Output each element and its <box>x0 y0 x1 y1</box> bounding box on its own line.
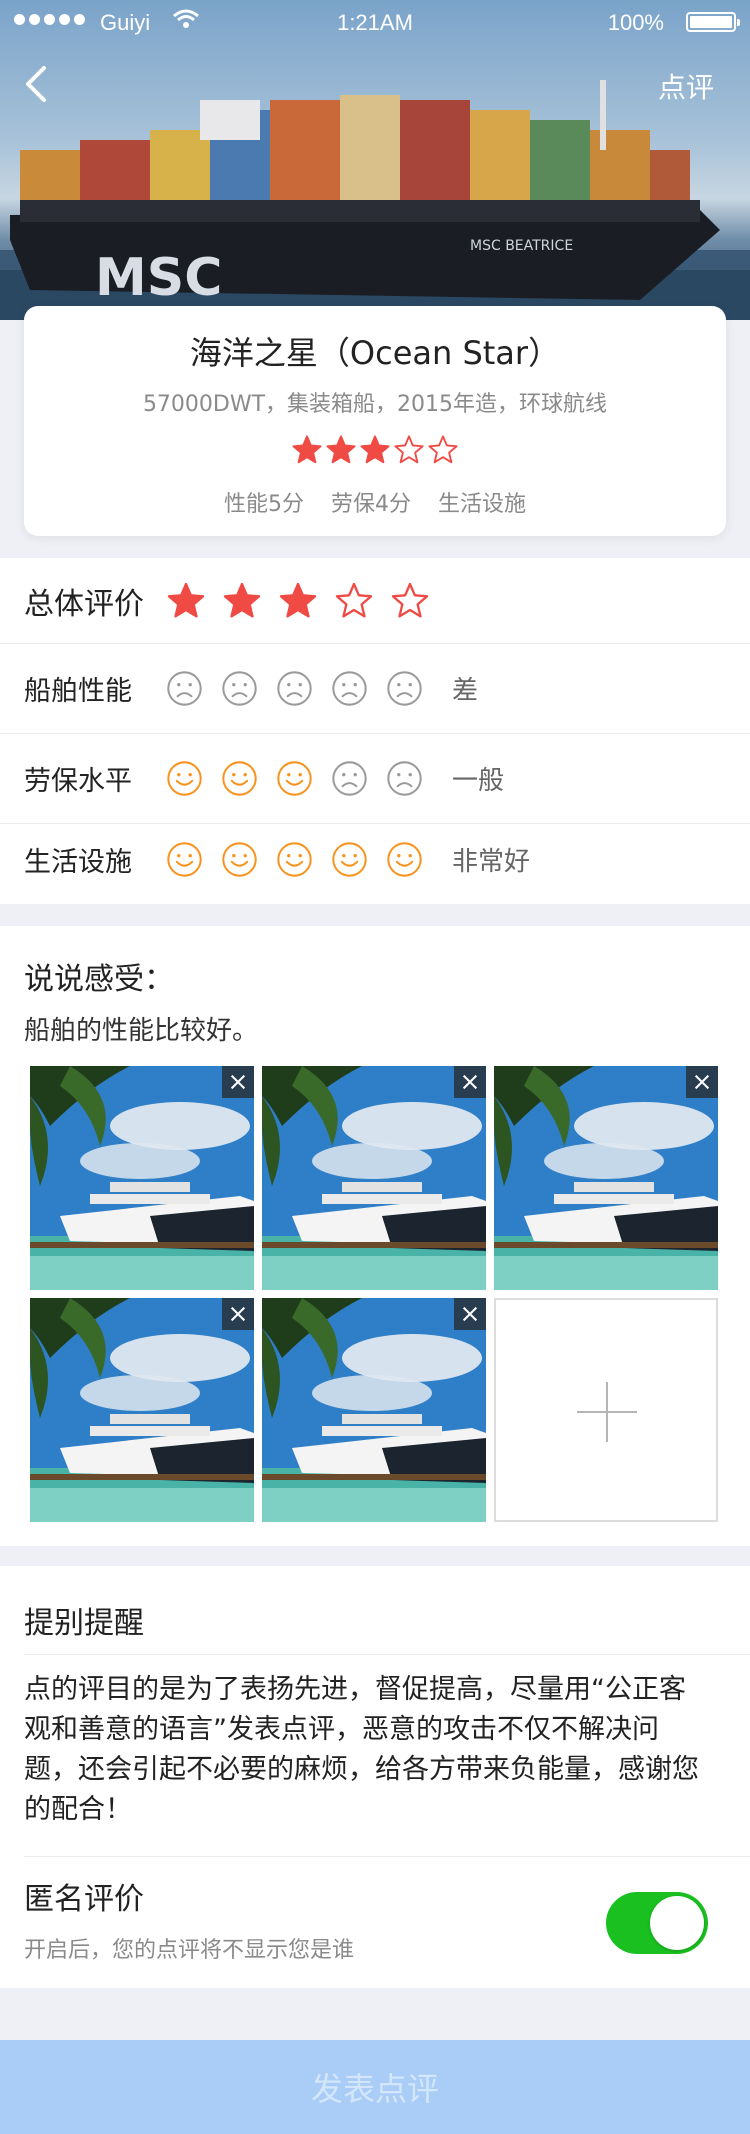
sad-face-icon[interactable] <box>221 670 258 707</box>
sad-face-icon[interactable] <box>276 670 313 707</box>
star-filled-icon <box>326 435 356 464</box>
face-rating-facilities[interactable] <box>166 841 423 878</box>
cruise-ship-photo <box>262 1298 486 1522</box>
star-empty-icon <box>428 435 458 464</box>
delete-photo-icon[interactable] <box>454 1066 486 1098</box>
score-facilities: 生活设施 <box>437 492 526 517</box>
overall-rating-row: 总体评价 <box>0 558 750 644</box>
delete-photo-icon[interactable] <box>222 1298 254 1330</box>
delete-photo-icon[interactable] <box>686 1066 718 1098</box>
smile-face-icon[interactable] <box>276 760 313 797</box>
svg-text:MSC: MSC <box>95 248 222 308</box>
ship-photo: MSC MSC BEATRICE <box>0 80 750 320</box>
chevron-left-icon <box>26 66 46 102</box>
sad-face-icon[interactable] <box>331 670 368 707</box>
star-empty-icon[interactable] <box>334 581 374 621</box>
uploaded-photo[interactable] <box>30 1298 254 1522</box>
cruise-ship-photo <box>30 1066 254 1290</box>
rating-section: 总体评价 船舶性能 差 劳保水平 一般 生活设施 非常好 <box>0 558 750 904</box>
rating-row-protection: 劳保水平 一般 <box>0 734 750 824</box>
feelings-section: 说说感受： 船舶的性能比较好。 <box>0 926 750 1546</box>
rating-label-facilities: 生活设施 <box>24 846 132 878</box>
review-button[interactable]: 点评 <box>658 66 714 106</box>
rating-label-protection: 劳保水平 <box>24 766 132 797</box>
status-bar: Guiyi 1:21AM 100% <box>0 0 750 48</box>
anonymous-hint: 开启后，您的点评将不显示您是谁 <box>24 1938 355 1963</box>
add-photo-button[interactable] <box>494 1298 718 1522</box>
smile-face-icon[interactable] <box>166 760 203 797</box>
sad-face-icon[interactable] <box>386 670 423 707</box>
ship-scores: 性能5分 劳保4分 生活设施 <box>24 486 726 518</box>
back-button[interactable] <box>18 60 54 108</box>
ship-name: 海洋之星（Ocean Star） <box>189 334 561 372</box>
sad-face-icon[interactable] <box>331 760 368 797</box>
anonymous-title: 匿名评价 <box>24 1882 144 1917</box>
face-rating-protection[interactable] <box>166 760 423 797</box>
feelings-title: 说说感受： <box>24 962 174 997</box>
uploaded-photo[interactable] <box>494 1066 718 1290</box>
score-performance: 性能5分 <box>223 492 304 517</box>
smile-face-icon[interactable] <box>276 841 313 878</box>
verdict-protection: 一般 <box>452 766 505 796</box>
star-filled-icon <box>360 435 390 464</box>
star-empty-icon[interactable] <box>390 581 430 621</box>
overall-star-rating[interactable] <box>166 581 430 621</box>
smile-face-icon[interactable] <box>221 841 258 878</box>
sad-face-icon[interactable] <box>166 670 203 707</box>
uploaded-photo[interactable] <box>262 1298 486 1522</box>
score-protection: 劳保4分 <box>330 492 411 517</box>
star-filled-icon <box>292 435 322 464</box>
verdict-performance: 差 <box>452 676 479 706</box>
reminder-section: 提别提醒 点的评目的是为了表扬先进，督促提高，尽量用“公正客观和善意的语言”发表… <box>0 1566 750 1988</box>
cruise-ship-photo <box>30 1298 254 1522</box>
reminder-title: 提别提醒 <box>24 1606 144 1641</box>
divider <box>24 1856 750 1857</box>
cruise-ship-photo <box>262 1066 486 1290</box>
sad-face-icon[interactable] <box>386 760 423 797</box>
uploaded-photo[interactable] <box>30 1066 254 1290</box>
uploaded-photo[interactable] <box>262 1066 486 1290</box>
face-rating-performance[interactable] <box>166 670 423 707</box>
submit-review-button[interactable]: 发表点评 <box>0 2040 750 2134</box>
star-filled-icon[interactable] <box>222 581 262 621</box>
rating-label-performance: 船舶性能 <box>24 676 132 707</box>
svg-text:MSC BEATRICE: MSC BEATRICE <box>470 238 573 254</box>
rating-row-performance: 船舶性能 差 <box>0 644 750 734</box>
verdict-facilities: 非常好 <box>452 846 531 877</box>
delete-photo-icon[interactable] <box>222 1066 254 1098</box>
cruise-ship-photo <box>494 1066 718 1290</box>
ship-star-rating <box>24 434 726 466</box>
overall-rating-label: 总体评价 <box>24 586 144 622</box>
ship-description: 57000DWT，集装箱船，2015年造，环球航线 <box>142 392 608 417</box>
feelings-text[interactable]: 船舶的性能比较好。 <box>24 1010 258 1047</box>
smile-face-icon[interactable] <box>386 841 423 878</box>
anonymous-toggle[interactable] <box>606 1892 708 1954</box>
divider <box>24 1654 750 1655</box>
ship-info-card: 海洋之星（Ocean Star） 57000DWT，集装箱船，2015年造，环球… <box>24 306 726 536</box>
battery-percent: 100% <box>607 10 664 35</box>
smile-face-icon[interactable] <box>166 841 203 878</box>
star-filled-icon[interactable] <box>278 581 318 621</box>
smile-face-icon[interactable] <box>221 760 258 797</box>
delete-photo-icon[interactable] <box>454 1298 486 1330</box>
hero-image: MSC MSC BEATRICE Guiyi 1:21AM 100% 点评 <box>0 0 750 320</box>
photo-grid <box>30 1066 720 1526</box>
rating-row-facilities: 生活设施 非常好 <box>0 814 750 904</box>
star-empty-icon <box>394 435 424 464</box>
battery-icon <box>686 12 740 32</box>
smile-face-icon[interactable] <box>331 841 368 878</box>
reminder-text: 点的评目的是为了表扬先进，督促提高，尽量用“公正客观和善意的语言”发表点评，恶意… <box>24 1674 699 1825</box>
star-filled-icon[interactable] <box>166 581 206 621</box>
